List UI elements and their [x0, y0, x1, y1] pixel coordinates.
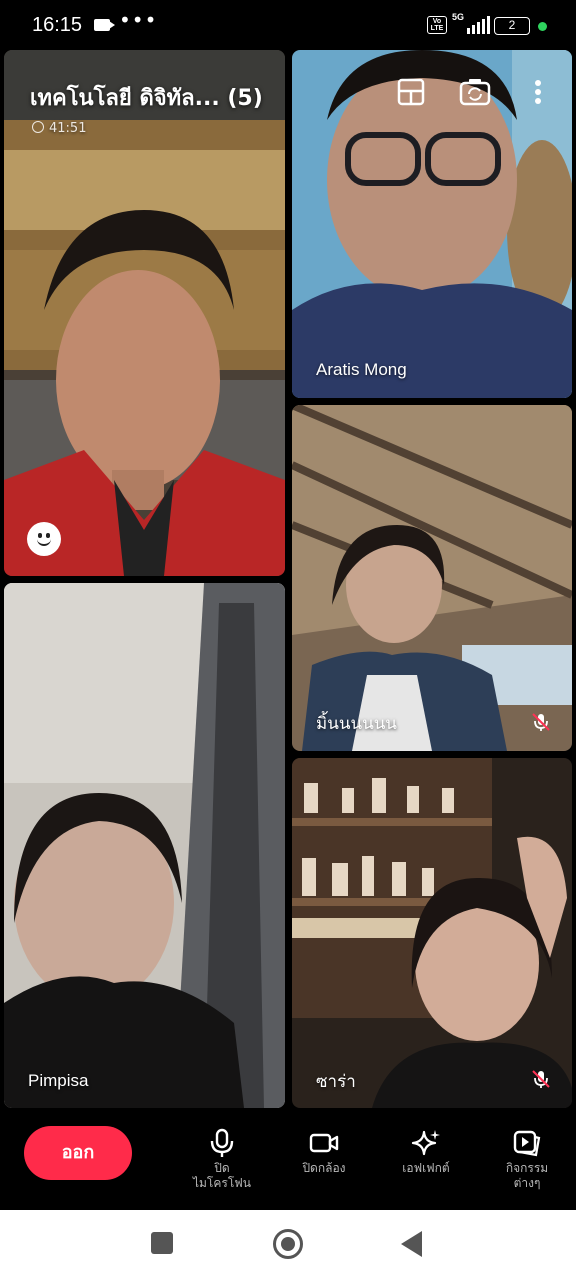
activities-label-2: ต่างๆ	[513, 1176, 541, 1190]
network-type: 5G	[452, 12, 465, 22]
call-controls-bar: ออก ปิด ไมโครโฟน ปิดกล้อง เอฟเฟกต์ กิจกร…	[0, 1110, 576, 1210]
turn-off-camera-button[interactable]: ปิดกล้อง	[279, 1128, 369, 1176]
reaction-emoji-button[interactable]	[27, 522, 61, 556]
effects-label: เอฟเฟกต์	[402, 1161, 450, 1175]
mic-off-icon	[532, 1070, 550, 1088]
participant-name: ซาร่า	[316, 1072, 356, 1091]
microphone-icon	[210, 1128, 234, 1157]
clock-icon	[32, 121, 44, 133]
video-tile-pimpisa[interactable]: Pimpisa	[4, 583, 285, 1108]
participant-name: Pimpisa	[28, 1071, 89, 1090]
mic-off-icon	[532, 713, 550, 731]
sparkle-icon	[411, 1130, 440, 1156]
notification-more: •••	[119, 8, 158, 32]
participant-3-video-feed	[292, 405, 572, 751]
sara-video-feed	[292, 758, 572, 1108]
status-time: 16:15	[32, 14, 83, 36]
switch-camera-icon[interactable]	[457, 74, 493, 110]
turn-off-camera-label: ปิดกล้อง	[302, 1161, 346, 1175]
battery-indicator: 2	[494, 17, 530, 35]
more-vertical-icon[interactable]	[521, 74, 555, 110]
activities-label-1: กิจกรรม	[505, 1161, 549, 1175]
signal-icon	[465, 16, 490, 34]
recent-apps-button[interactable]	[151, 1232, 173, 1254]
video-recording-icon	[94, 19, 115, 31]
call-timer-value: 41:51	[49, 121, 87, 136]
back-button[interactable]	[401, 1231, 422, 1257]
video-tile-sara[interactable]: ซาร่า	[292, 758, 572, 1108]
effects-button[interactable]: เอฟเฟกต์	[381, 1128, 471, 1176]
leave-call-button[interactable]: ออก	[24, 1126, 132, 1180]
pimpisa-video-feed	[4, 583, 285, 1108]
mute-mic-label-2: ไมโครโฟน	[192, 1176, 251, 1190]
mute-mic-button[interactable]: ปิด ไมโครโฟน	[177, 1128, 267, 1191]
activities-button[interactable]: กิจกรรม ต่างๆ	[482, 1128, 572, 1191]
status-dot	[538, 22, 547, 31]
video-tile-participant-3[interactable]: มิ้นนนนนน	[292, 405, 572, 751]
mute-mic-label-1: ปิด	[214, 1161, 230, 1175]
call-timer: 41:51	[32, 121, 86, 136]
home-button[interactable]	[273, 1229, 303, 1259]
video-camera-icon	[309, 1133, 339, 1153]
participant-name: Aratis Mong	[316, 360, 407, 379]
volte-icon: Vo LTE	[427, 16, 447, 34]
participant-name: มิ้นนนนนน	[316, 714, 397, 733]
status-bar: 16:15 ••• Vo LTE 5G 2	[0, 0, 576, 52]
call-title: เทคโนโลยี ดิจิทัล... (5)	[30, 86, 263, 111]
activities-icon	[513, 1130, 541, 1157]
layout-icon[interactable]	[393, 74, 429, 110]
system-navigation-bar	[0, 1210, 576, 1280]
